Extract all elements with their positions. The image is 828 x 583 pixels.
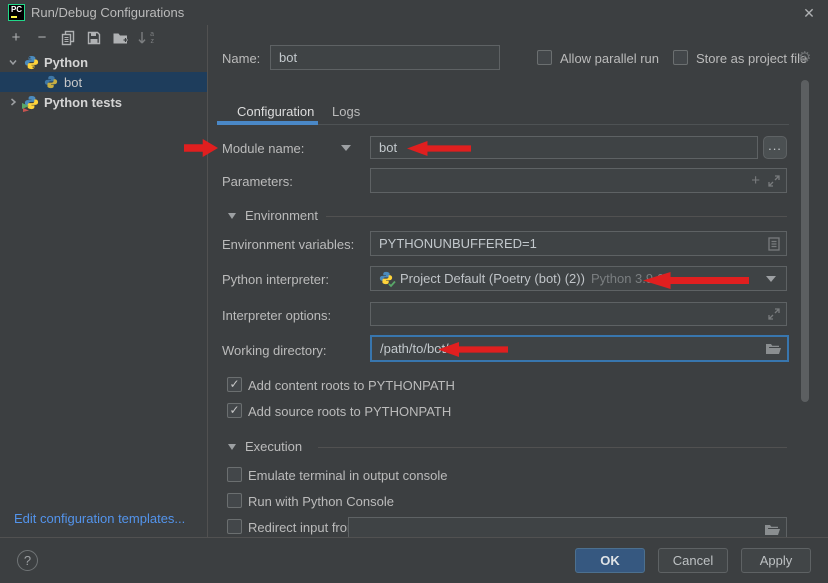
redirect-input-label: Redirect input from: [248,520,361,535]
python-interpreter-value: Project Default (Poetry (bot) (2)) [400,271,585,286]
configurations-sidebar: + − a z [0,25,208,537]
python-icon [24,55,39,70]
close-icon[interactable]: ✕ [800,4,818,22]
python-run-config-icon [44,75,59,90]
run-with-python-console-checkbox[interactable] [227,493,242,508]
chevron-right-icon[interactable] [8,97,18,107]
python-interpreter-label: Python interpreter: [222,272,329,287]
new-folder-icon[interactable] [112,30,128,46]
expand-field-icon[interactable] [768,175,780,187]
emulate-terminal-checkbox[interactable] [227,467,242,482]
add-source-roots-checkbox[interactable]: ✓ [227,403,242,418]
run-with-python-console-label: Run with Python Console [248,494,394,509]
name-input[interactable] [271,46,499,69]
save-configuration-icon[interactable] [86,30,102,46]
annotation-arrow-module-name-value [407,141,471,156]
working-directory-label: Working directory: [222,343,327,358]
folder-icon[interactable] [765,524,780,536]
target-type-chevron-icon[interactable] [341,145,351,151]
run-debug-configurations-dialog: PC Run/Debug Configurations ✕ + − a z [0,0,828,583]
redirect-input-checkbox[interactable] [227,519,242,534]
execution-section-title: Execution [245,439,302,454]
chevron-down-icon[interactable] [8,57,18,67]
ok-button[interactable]: OK [575,548,645,573]
expand-field-icon[interactable] [768,308,780,320]
collapse-triangle-icon [228,444,236,450]
tree-item-bot-configuration[interactable]: bot [0,72,207,92]
remove-configuration-icon[interactable]: − [34,30,50,46]
add-content-roots-checkbox[interactable]: ✓ [227,377,242,392]
store-as-project-file-label: Store as project file [696,51,807,66]
allow-parallel-run-label: Allow parallel run [560,51,659,66]
titlebar: PC Run/Debug Configurations ✕ [0,0,828,25]
module-name-label: Module name: [222,141,304,156]
interpreter-options-label: Interpreter options: [222,308,331,323]
sort-configurations-icon[interactable]: a z [138,30,154,46]
environment-section-line [326,216,787,217]
environment-variables-label: Environment variables: [222,237,354,252]
environment-variables-input[interactable] [371,232,768,255]
tree-item-python-tests-group[interactable]: Python tests [0,92,207,112]
edit-variables-icon[interactable] [768,237,780,251]
window-title: Run/Debug Configurations [31,5,184,20]
parameters-field-wrap: + [370,168,787,193]
sidebar-toolbar: + − a z [0,25,207,51]
vertical-scrollbar[interactable] [801,80,809,402]
tab-configuration[interactable]: Configuration [237,104,314,119]
module-browse-button[interactable]: ... [763,136,787,159]
folder-icon[interactable] [766,343,781,355]
python-interpreter-icon [379,271,394,286]
add-source-roots-label: Add source roots to PYTHONPATH [248,404,451,419]
execution-section-header[interactable]: Execution [228,439,302,454]
python-tests-icon [24,95,39,110]
annotation-arrow-module-name-label [184,139,218,157]
cancel-button[interactable]: Cancel [658,548,728,573]
add-configuration-icon[interactable]: + [8,30,24,46]
tab-logs[interactable]: Logs [332,104,360,119]
working-directory-field-wrap [370,335,789,362]
annotation-arrow-working-directory [438,342,508,357]
help-button[interactable]: ? [17,550,38,571]
active-tab-underline [217,121,318,125]
macros-plus-icon[interactable]: + [751,172,760,189]
name-field-wrap [270,45,500,70]
chevron-down-icon [766,276,776,282]
name-label: Name: [222,51,260,66]
interpreter-options-input[interactable] [371,303,768,325]
redirect-input-input[interactable] [349,518,765,537]
tree-item-python-group[interactable]: Python [0,52,207,72]
environment-section-header[interactable]: Environment [228,208,318,223]
parameters-label: Parameters: [222,174,293,189]
execution-section-line [318,447,787,448]
annotation-arrow-python-interpreter [643,272,749,289]
add-content-roots-label: Add content roots to PYTHONPATH [248,378,455,393]
collapse-triangle-icon [228,213,236,219]
dialog-footer: ? OK Cancel Apply [0,537,828,583]
configuration-tree: Python bot Python tests [0,52,207,112]
redirect-input-field-wrap [348,517,787,537]
environment-section-title: Environment [245,208,318,223]
emulate-terminal-label: Emulate terminal in output console [248,468,447,483]
environment-variables-field-wrap [370,231,787,256]
allow-parallel-run-checkbox[interactable] [537,50,552,65]
apply-button[interactable]: Apply [741,548,811,573]
parameters-input[interactable] [371,169,751,192]
interpreter-options-field-wrap [370,302,787,326]
store-as-project-file-checkbox[interactable] [673,50,688,65]
copy-configuration-icon[interactable] [60,30,76,46]
pycharm-logo-icon: PC [8,4,25,21]
edit-configuration-templates-link[interactable]: Edit configuration templates... [14,511,185,526]
working-directory-input[interactable] [372,337,766,360]
gear-icon[interactable]: ⚙ [798,48,811,66]
